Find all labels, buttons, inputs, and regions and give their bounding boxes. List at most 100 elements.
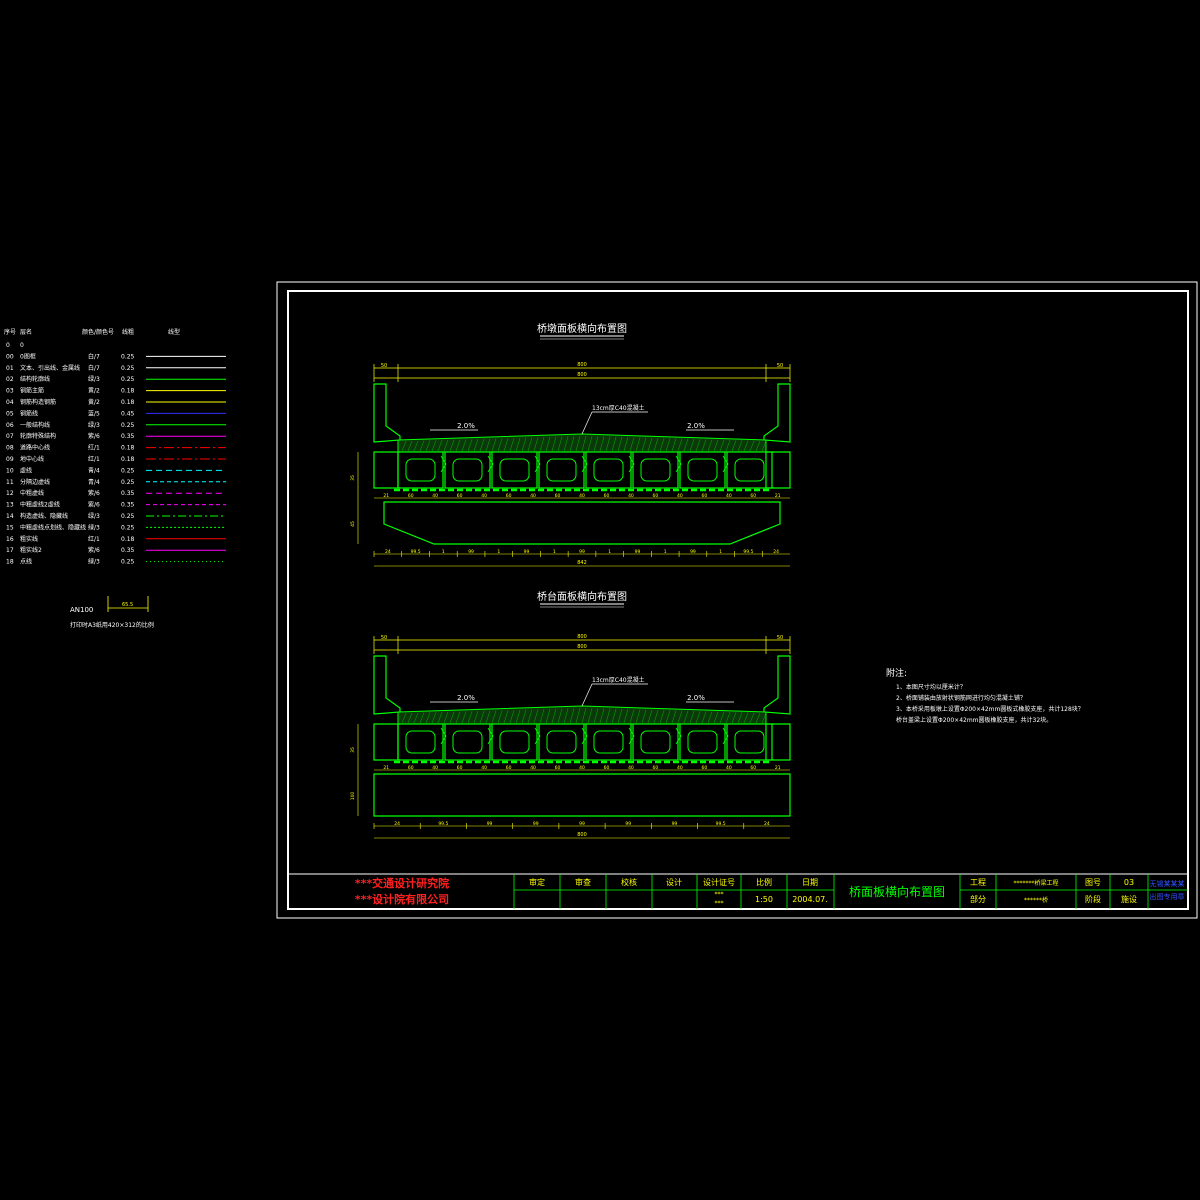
dim-web-value: 60 [457,765,463,771]
notes-heading: 附注: [886,667,907,679]
dim-web-value: 40 [677,765,683,771]
dim-web-value: 60 [408,765,414,771]
dim-web-value: 60 [408,493,414,499]
notes-line-4: 桥台盖梁上设置Φ200×42mm圆板橡胶支座，共计32块。 [896,716,1052,724]
notes-line-3: 3、本桥采用板墩上设置Φ200×42mm圆板式橡胶支座，共计128块？ [896,705,1084,713]
dim-top-total-inner: 800 [577,644,587,650]
legend-row-no: 02 [6,376,14,383]
tb-header-approve: 审定 [529,877,545,887]
legend-row-no: 08 [6,445,14,452]
dim-web-value: 40 [432,765,438,771]
dim-bottom-value: 99 [635,549,641,555]
legend-row-width: 0.35 [121,502,135,509]
dim-bottom-value: 24 [764,821,770,827]
legend-row-width: 0.25 [121,479,135,486]
legend-row-width: 0.25 [121,365,135,372]
tb-header-design: 设计 [666,877,682,887]
drawing1-title: 桥墩面板横向布置图 [537,322,627,335]
tb-header-review: 审查 [575,877,591,887]
dim-web-value: 40 [579,493,585,499]
legend-row-color: 白/7 [88,364,100,372]
legend-row-width: 0.35 [121,490,135,497]
legend-row-color: 绿/3 [88,558,100,566]
legend-row-width: 0.25 [121,422,135,429]
legend-row-no: 17 [6,547,14,554]
dim-bottom-value: 1 [664,549,667,555]
dim-bottom-value: 99 [487,821,493,827]
legend-scale-dim: 65.5 [122,602,133,608]
dim-web-value: 40 [530,765,536,771]
dim-web-value: 21 [775,493,781,499]
dim-web-value: 40 [432,493,438,499]
dim-web-value: 60 [555,765,561,771]
dim-top-right: 50 [777,363,783,369]
legend-row-name: 粗实线2 [20,546,42,554]
tb-project-value: *******桥梁工程 [1013,879,1058,887]
legend-row-color: 紫/6 [88,432,100,440]
slab-label: 13cm厚C40混凝土 [592,676,645,684]
legend-row-color: 红/1 [88,444,100,452]
dim-height-1: 35 [350,747,356,753]
legend-row-width: 0.35 [121,547,135,554]
dim-web-value: 40 [677,493,683,499]
legend-row-no: 14 [6,513,14,520]
tb-cert-value-1: *** [715,891,724,898]
dim-bottom-total: 842 [577,560,587,566]
dim-web-value: 60 [457,493,463,499]
dim-bottom-value: 99 [579,549,585,555]
dim-bottom-value: 1 [553,549,556,555]
legend-scale-tag: AN100 [70,606,93,614]
dim-web-value: 60 [604,493,610,499]
dim-bottom-total: 800 [577,832,587,838]
legend-row-name: 轮廓特殊结构 [20,432,56,440]
dim-web-value: 60 [604,765,610,771]
legend-row-color: 蓝/5 [88,409,100,417]
legend-row-color: 绿/3 [88,523,100,531]
legend-row-color: 紫/6 [88,489,100,497]
legend-row-no: 0 [6,342,10,349]
tb-drawing-title: 桥面板横向布置图 [849,884,945,899]
legend-row-name: 虚线 [20,466,32,474]
dim-top-total-outer: 800 [577,362,587,368]
legend-row-name: 钢筋主筋 [20,387,44,395]
dim-web-value: 21 [383,493,389,499]
legend-row-color: 绿/3 [88,421,100,429]
legend-row-name: 点线 [20,558,32,566]
legend-row-name: 钢筋线 [20,409,38,417]
org-name-1: ***交通设计研究院 [355,876,449,890]
dim-web-value: 60 [701,493,707,499]
legend-row-width: 0.25 [121,467,135,474]
legend-header-no: 序号 [4,328,16,336]
legend-row-color: 青/4 [88,466,100,474]
legend-row-width: 0.25 [121,513,135,520]
legend-row-width: 0.18 [121,399,135,406]
dim-web-value: 40 [530,493,536,499]
legend-row-width: 0.18 [121,388,135,395]
legend-row-name: 中粗虚线2虚线 [20,501,60,509]
dim-height-2: 45 [350,521,356,527]
dim-web-value: 40 [628,493,634,499]
dim-top-left: 50 [381,635,387,641]
tb-drawing-no-label: 图号 [1085,878,1101,887]
legend-row-width: 0.25 [121,559,135,566]
legend-row-no: 15 [6,524,14,531]
legend-row-no: 04 [6,399,14,406]
legend-header-color: 颜色/颜色号 [82,328,114,336]
dim-bottom-value: 99 [672,821,678,827]
tb-header-check: 校核 [621,877,637,887]
slope-left-label: 2.0% [457,694,475,702]
drawing2-title: 桥台面板横向布置图 [537,590,627,603]
tb-date-value: 2004.07. [792,895,828,904]
legend-row-no: 11 [6,479,14,486]
dim-bottom-value: 1 [497,549,500,555]
dim-top-left: 50 [381,363,387,369]
dim-web-value: 60 [506,493,512,499]
tb-stage-label: 阶段 [1085,894,1101,904]
legend-row-name: 粗实线 [20,535,38,543]
legend-row-no: 12 [6,490,14,497]
dim-top-total-inner: 800 [577,372,587,378]
stamp-line-2: 出图专用章 [1150,892,1185,901]
notes-line-2: 2、桥面铺装由放射状钢筋网进行均匀混凝土铺？ [896,694,1026,702]
legend-row-no: 18 [6,559,14,566]
legend-row-no: 09 [6,456,14,463]
